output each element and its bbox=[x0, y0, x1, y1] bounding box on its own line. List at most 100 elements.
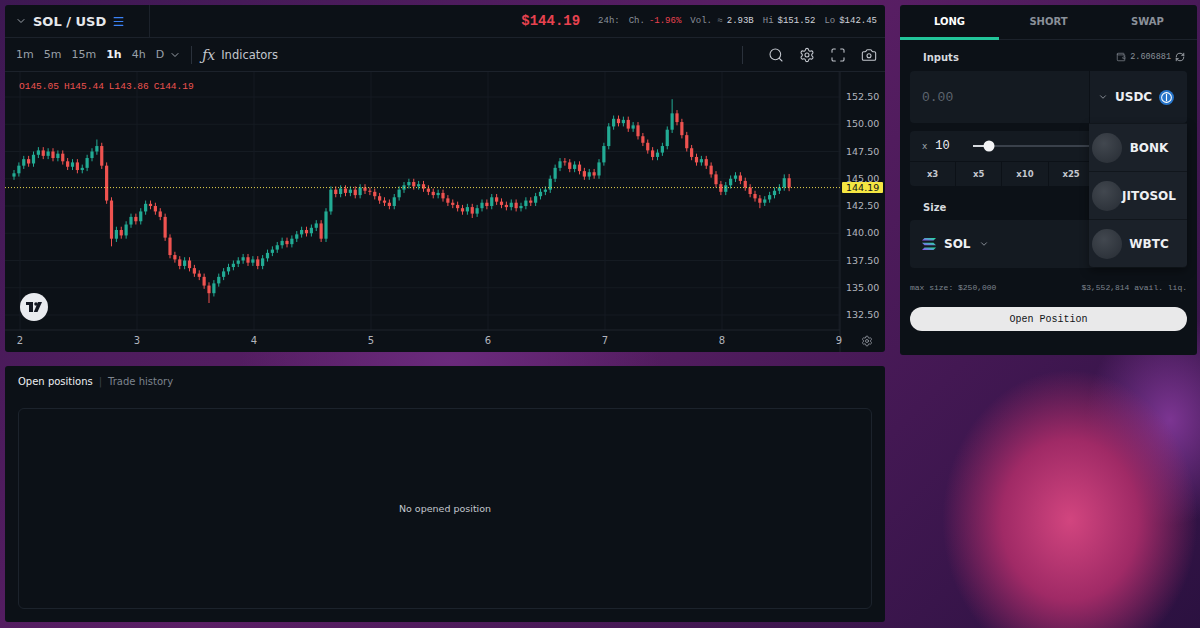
candle bbox=[90, 148, 93, 161]
slider-thumb[interactable] bbox=[984, 141, 995, 152]
candle bbox=[173, 252, 176, 263]
candle bbox=[149, 201, 152, 210]
token-menu-label: JITOSOL bbox=[1122, 189, 1176, 203]
function-icon: ƒx bbox=[202, 47, 215, 63]
svg-text:144.19: 144.19 bbox=[846, 182, 879, 193]
open-position-button[interactable]: Open Position bbox=[910, 307, 1187, 331]
candle bbox=[539, 189, 542, 200]
candle bbox=[758, 195, 761, 208]
timeframe-button[interactable]: 1h bbox=[101, 44, 127, 65]
trade-panel: LONGSHORTSWAPInputs2.606881USDCBONKJITOS… bbox=[900, 5, 1197, 355]
last-price-line bbox=[5, 187, 840, 188]
candle bbox=[510, 199, 513, 210]
leverage-preset[interactable]: x3 bbox=[910, 162, 956, 186]
time-tick: 6 bbox=[485, 335, 491, 346]
positions-tab[interactable]: Trade history bbox=[108, 376, 173, 387]
candle bbox=[661, 143, 664, 156]
indicators-button[interactable]: ƒxIndicators bbox=[202, 47, 278, 63]
candle bbox=[232, 261, 235, 271]
axis-settings[interactable] bbox=[861, 335, 873, 347]
positions-tab[interactable]: Open positions bbox=[18, 376, 93, 387]
candle bbox=[198, 270, 201, 280]
trade-tab[interactable]: SHORT bbox=[999, 5, 1098, 40]
pair-name: SOL / USD bbox=[33, 14, 106, 29]
chart-toolbar: 1m5m15m1h4hDƒxIndicators bbox=[5, 38, 885, 72]
stat-label: Ch. bbox=[629, 16, 645, 26]
candle bbox=[432, 189, 435, 199]
candle bbox=[685, 132, 688, 152]
gear-icon[interactable] bbox=[799, 47, 815, 63]
empty-message: No opened position bbox=[399, 503, 491, 514]
candle bbox=[329, 186, 332, 214]
timeframe-button[interactable]: D bbox=[151, 44, 169, 65]
fullscreen-icon[interactable] bbox=[830, 47, 846, 63]
candle bbox=[617, 116, 620, 127]
candle bbox=[690, 145, 693, 160]
timeframe-button[interactable]: 5m bbox=[39, 44, 67, 65]
trade-tab[interactable]: LONG bbox=[900, 5, 999, 40]
candle bbox=[207, 282, 210, 303]
candle bbox=[705, 156, 708, 169]
candle bbox=[295, 231, 298, 242]
candle bbox=[222, 268, 225, 280]
leverage-prefix: x bbox=[922, 141, 927, 151]
amount-field-wrap: USDCBONKJITOSOLWBTC bbox=[910, 71, 1187, 123]
amount-input[interactable] bbox=[910, 71, 1089, 123]
ohlc-legend: O145.05H145.44L143.86C144.19 bbox=[19, 81, 194, 92]
price-tick: 152.50 bbox=[846, 91, 879, 102]
candle bbox=[217, 274, 220, 287]
price-tick: 135.00 bbox=[846, 282, 879, 293]
time-tick: 3 bbox=[134, 335, 140, 346]
candle bbox=[393, 194, 396, 209]
section-label: Inputs bbox=[923, 52, 959, 63]
token-symbol: SOL bbox=[944, 237, 971, 251]
candle bbox=[490, 194, 493, 209]
candle bbox=[461, 205, 464, 215]
menu-icon[interactable] bbox=[112, 15, 125, 28]
candle bbox=[675, 110, 678, 125]
candle bbox=[56, 150, 59, 161]
timeframe-button[interactable]: 4h bbox=[127, 44, 151, 65]
candle bbox=[237, 257, 240, 267]
stat: Hi$151.52 bbox=[763, 16, 816, 26]
search-icon[interactable] bbox=[768, 47, 784, 63]
candle bbox=[193, 265, 196, 277]
candle bbox=[246, 254, 249, 266]
pair-selector[interactable]: SOL / USD bbox=[15, 5, 150, 37]
grid-line bbox=[5, 97, 840, 98]
token-menu-item[interactable]: JITOSOL bbox=[1089, 171, 1187, 219]
candlestick-chart[interactable]: 152.50150.00147.50145.00142.50140.00137.… bbox=[5, 72, 885, 352]
camera-icon[interactable] bbox=[861, 47, 877, 63]
solana-logo-icon bbox=[922, 238, 936, 250]
token-menu-item[interactable]: BONK bbox=[1089, 123, 1187, 171]
candle bbox=[320, 220, 323, 242]
refresh-icon[interactable] bbox=[1175, 52, 1185, 62]
leverage-preset[interactable]: x25 bbox=[1049, 162, 1095, 186]
candle bbox=[183, 257, 186, 269]
pay-token-select[interactable]: USDC bbox=[1089, 71, 1187, 123]
candle bbox=[354, 186, 357, 198]
time-tick: 2 bbox=[17, 335, 23, 346]
leverage-value: 10 bbox=[935, 139, 965, 153]
time-tick: 8 bbox=[719, 335, 725, 346]
candle bbox=[593, 169, 596, 179]
chevron-down-icon[interactable] bbox=[169, 49, 181, 61]
candle bbox=[227, 264, 230, 275]
gear-icon[interactable] bbox=[861, 335, 873, 347]
grid-line bbox=[5, 206, 840, 207]
candle bbox=[627, 117, 630, 132]
grid-line bbox=[5, 260, 840, 261]
leverage-preset[interactable]: x5 bbox=[956, 162, 1002, 186]
chevron-down-icon bbox=[1098, 92, 1108, 102]
timeframe-button[interactable]: 15m bbox=[66, 44, 101, 65]
timeframe-button[interactable]: 1m bbox=[11, 44, 39, 65]
candle bbox=[37, 147, 40, 158]
trading-page: SOL / USD$144.1924h:Ch.-1.96%Vol. ≈2.93B… bbox=[0, 0, 1200, 628]
trade-tab[interactable]: SWAP bbox=[1098, 5, 1197, 40]
positions-tabs: Open positions|Trade history bbox=[18, 374, 872, 388]
token-menu-item[interactable]: WBTC bbox=[1089, 219, 1187, 267]
left-column: SOL / USD$144.1924h:Ch.-1.96%Vol. ≈2.93B… bbox=[5, 5, 885, 622]
leverage-preset[interactable]: x10 bbox=[1002, 162, 1048, 186]
ohlc-value: H145.44 bbox=[64, 81, 104, 92]
stat-value: $142.45 bbox=[839, 16, 877, 26]
